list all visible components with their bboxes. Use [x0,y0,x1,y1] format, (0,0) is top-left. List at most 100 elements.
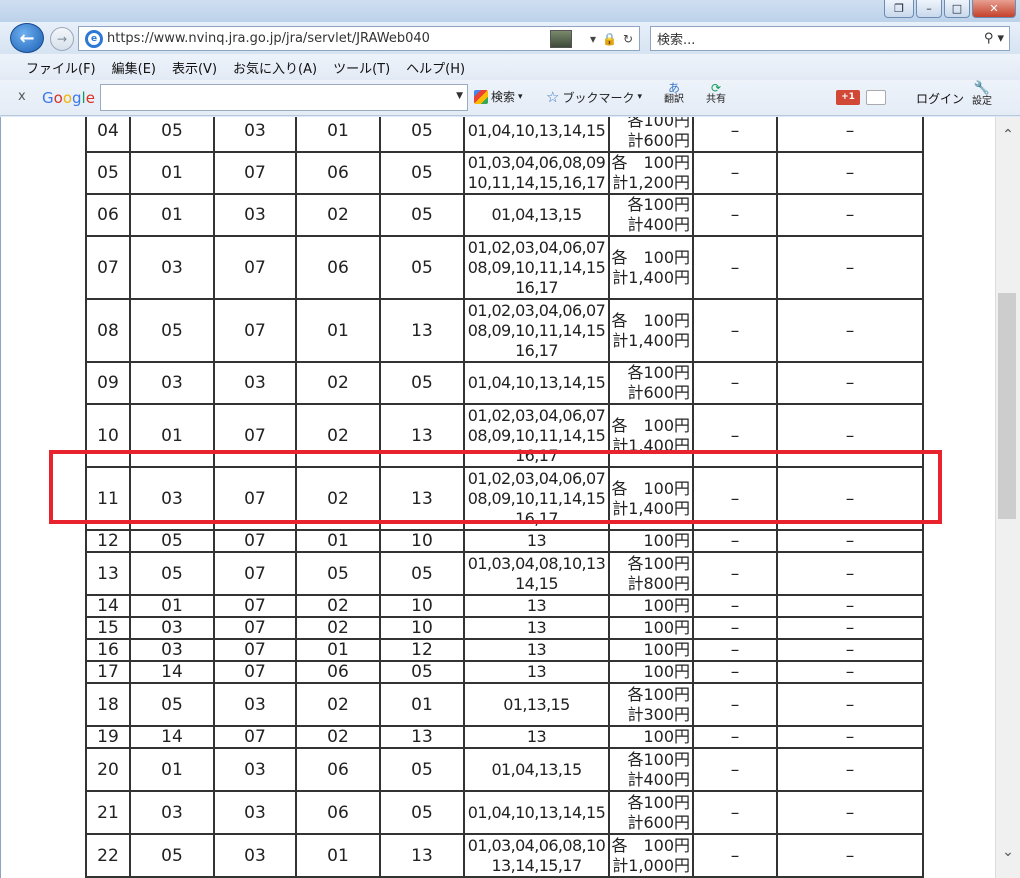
amount-cell: 100円 [608,616,694,640]
table-cell: 03 [213,747,297,792]
table-cell: 04 [85,117,131,153]
url-text[interactable]: https://www.nvinq.jra.go.jp/jra/servlet/… [107,31,550,46]
combination-cell: 01,03,04,06,08,09 10,11,14,15,16,17 [463,151,610,195]
table-cell: 03 [129,790,215,835]
close-button[interactable]: ✕ [972,0,1016,18]
maximize-button[interactable]: □ [944,0,970,18]
payout-cell: – [776,594,924,618]
payout-cell: – [776,725,924,749]
star-icon: ☆ [546,88,560,106]
scroll-up-icon[interactable]: ⌃ [996,127,1020,147]
combination-line: 10,11,14,15,16,17 [467,173,606,192]
menu-help[interactable]: ヘルプ(H) [406,58,465,77]
scrollbar-thumb[interactable] [998,293,1016,519]
amount-cell: 各100円 計400円 [608,747,694,792]
bookmark-button[interactable]: ☆ ブックマーク ▾ [546,88,642,106]
gplus-button[interactable]: +1 [836,90,860,105]
amount-cell: 各 100円 計1,400円 [608,298,694,363]
table-row: 04 05 03 01 05 01,04,10,13,14,15 各100円 計600円 – – [85,117,924,153]
menu-view[interactable]: 表示(V) [172,58,217,77]
combination-line: 01,03,04,08,10,13 [467,553,606,573]
google-search-button[interactable]: 検索 ▾ [474,88,523,105]
vertical-scrollbar[interactable]: ⌃ ⌄ [995,117,1020,878]
table-cell: 03 [129,638,215,662]
combination-line: 16,17 [515,340,558,360]
minimize-button[interactable]: – [916,0,942,18]
chevron-down-icon[interactable]: ▼ [456,91,463,101]
table-cell: 06 [295,790,381,835]
combination-cell: 13 [463,594,610,618]
refund-cell: – [692,790,778,835]
amount-line: 計1,400円 [612,330,690,350]
translate-button[interactable]: あ 翻訳 [664,82,684,106]
search-input[interactable]: 検索... ⚲ ▾ [650,26,1010,51]
restore-button[interactable]: ❐ [884,0,914,18]
table-cell: 05 [379,361,465,405]
menu-tools[interactable]: ツール(T) [333,58,390,77]
combination-line: 13,14,15,17 [491,855,582,875]
login-link[interactable]: ログイン [916,90,964,107]
combination-cell: 01,04,10,13,14,15 [463,361,610,405]
gplus-count [866,90,886,105]
table-row: 06 01 03 02 05 01,04,13,15 各100円 計400円 – – [85,193,924,237]
payout-cell: – [776,833,924,878]
address-bar[interactable]: e https://www.nvinq.jra.go.jp/jra/servle… [78,26,640,51]
toolbar-close-icon[interactable]: x [18,89,26,104]
table-cell: 13 [85,551,131,596]
scroll-down-icon[interactable]: ⌄ [996,844,1020,864]
amount-line: 計600円 [627,383,690,402]
table-cell: 06 [295,235,381,300]
table-cell: 05 [129,551,215,596]
combination-line: 01,03,04,06,08,09 [467,153,606,172]
search-icon[interactable]: ⚲ ▾ [979,31,1009,46]
amount-line: 各 100円 [611,153,690,172]
refund-cell: – [692,117,778,153]
refund-cell: – [692,151,778,195]
refund-cell: – [692,682,778,727]
translate-label: 翻訳 [664,94,684,105]
table-cell: 14 [129,725,215,749]
table-row: 05 01 07 06 05 01,03,04,06,08,09 10,11,14,15,1… [85,151,924,195]
menu-favorites[interactable]: お気に入り(A) [233,58,317,77]
table-row: 16 03 07 01 12 13 100円 – – [85,638,924,662]
compatibility-view-icon[interactable] [549,29,572,48]
amount-line: 各100円 [627,363,690,382]
refund-cell: – [692,725,778,749]
amount-line: 各 100円 [611,415,690,435]
dropdown-icon[interactable]: ▾ [590,32,596,46]
table-cell: 18 [85,682,131,727]
table-cell: 13 [379,298,465,363]
payout-cell: – [776,551,924,596]
refund-cell: – [692,529,778,553]
amount-line: 計600円 [627,131,690,150]
refund-cell: – [692,594,778,618]
share-icon: ⟳ [710,81,722,95]
menu-edit[interactable]: 編集(E) [112,58,156,77]
amount-cell: 各 100円 計1,000円 [608,833,694,878]
payout-cell: – [776,747,924,792]
combination-line: 13 [526,727,547,746]
table-cell: 01 [129,193,215,237]
share-button[interactable]: ⟳ 共有 [706,82,726,106]
table-cell: 13 [379,725,465,749]
google-search-input[interactable]: ▼ [100,84,468,111]
settings-button[interactable]: 🔧 設定 [972,82,992,108]
table-cell: 03 [213,361,297,405]
table-cell: 12 [85,529,131,553]
table-cell: 01 [129,151,215,195]
table-row: 08 05 07 01 13 01,02,03,04,06,07 08,09,10,11,1… [85,298,924,363]
back-button[interactable]: ← [10,23,44,53]
refund-cell: – [692,235,778,300]
refresh-icon[interactable]: ↻ [623,32,633,46]
combination-cell: 01,02,03,04,06,07 08,09,10,11,14,15 16,17 [463,298,610,363]
lock-icon[interactable]: 🔒 [602,32,617,46]
menu-file[interactable]: ファイル(F) [26,58,96,77]
combination-cell: 01,03,04,08,10,13 14,15 [463,551,610,596]
amount-line: 計600円 [627,812,690,832]
table-cell: 05 [85,151,131,195]
refund-cell: – [692,638,778,662]
payout-cell: – [776,682,924,727]
table-cell: 07 [213,616,297,640]
forward-button[interactable]: → [50,27,74,51]
combination-line: 08,09,10,11,14,15 [467,257,606,277]
